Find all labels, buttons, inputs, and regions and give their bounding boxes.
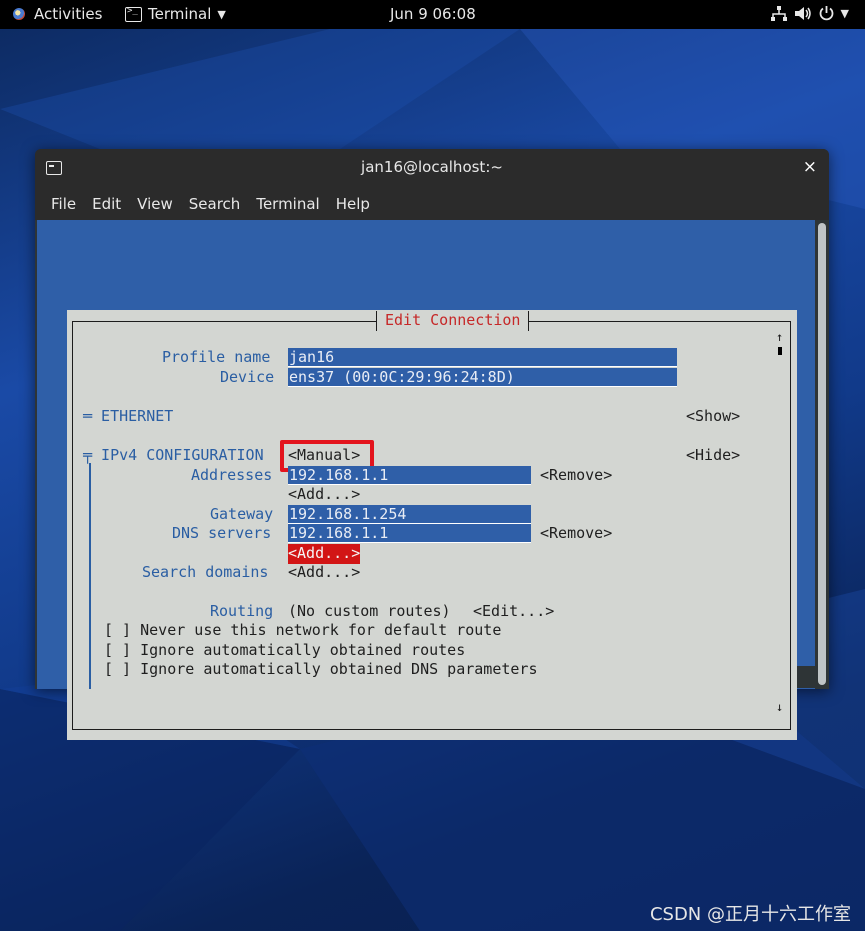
menu-view[interactable]: View (129, 195, 181, 213)
activities-button[interactable]: Activities (12, 5, 102, 23)
menu-terminal[interactable]: Terminal (248, 195, 327, 213)
addresses-label: Addresses (191, 466, 273, 484)
ethernet-show-button[interactable]: <Show> (686, 407, 740, 427)
profile-name-label: Profile name (162, 348, 271, 366)
network-icon (770, 6, 787, 21)
menu-edit[interactable]: Edit (84, 195, 129, 213)
fedora-logo-icon (12, 6, 28, 22)
ethernet-section-label: ═ ETHERNET (83, 407, 174, 425)
chevron-down-icon: ▼ (840, 7, 849, 20)
ignore-dns-checkbox[interactable]: [ ] Ignore automatically obtained DNS pa… (104, 660, 537, 680)
never-default-route-checkbox[interactable]: [ ] Never use this network for default r… (104, 621, 501, 641)
device-input[interactable]: ens37 (00:0C:29:96:24:8D) (288, 368, 677, 387)
top-bar: Activities Terminal ▼ Jun 9 06:08 ▼ (0, 0, 865, 29)
close-button[interactable]: × (803, 157, 817, 177)
watermark-text: CSDN @正月十六工作室 (649, 904, 851, 925)
dns-servers-label: DNS servers (172, 524, 272, 542)
volume-icon (794, 7, 811, 20)
ipv4-section-label: ╤ IPv4 CONFIGURATION (83, 446, 264, 464)
system-tray[interactable]: ▼ (770, 5, 849, 22)
app-menu-terminal[interactable]: Terminal ▼ (125, 5, 226, 23)
menu-file[interactable]: File (43, 195, 84, 213)
scroll-up-arrow[interactable]: ↑ (776, 330, 783, 344)
dns-add-button[interactable]: <Add...> (288, 544, 361, 564)
menu-bar: File Edit View Search Terminal Help (35, 187, 829, 220)
power-icon (819, 6, 833, 21)
terminal-scrollbar-thumb[interactable] (818, 223, 826, 685)
inner-scroll-thumb[interactable] (778, 347, 782, 355)
scroll-down-arrow[interactable]: ↓ (776, 700, 783, 714)
menu-search[interactable]: Search (181, 195, 249, 213)
gateway-input[interactable]: 192.168.1.254 (288, 505, 531, 524)
search-domains-add-button[interactable]: <Add...> (288, 563, 360, 583)
activities-label: Activities (34, 5, 103, 23)
app-menu-label: Terminal (148, 5, 212, 23)
window-titlebar[interactable]: jan16@localhost:~ × (35, 149, 829, 187)
chevron-down-icon: ▼ (217, 7, 226, 21)
routing-value: (No custom routes) (288, 602, 451, 620)
edit-connection-dialog: Edit Connection Profile name jan16 Devic… (67, 310, 797, 740)
address-input[interactable]: 192.168.1.1 (288, 466, 531, 485)
terminal-content[interactable]: Edit Connection Profile name jan16 Devic… (37, 220, 815, 740)
routing-label: Routing (210, 602, 274, 620)
search-domains-label: Search domains (142, 563, 269, 581)
address-remove-button[interactable]: <Remove> (540, 466, 612, 486)
routing-edit-button[interactable]: <Edit...> (473, 602, 554, 622)
device-label: Device (220, 368, 275, 386)
dialog-title: Edit Connection (376, 311, 530, 331)
terminal-icon (125, 6, 142, 22)
dns-remove-button[interactable]: <Remove> (540, 524, 612, 544)
dns-server-input[interactable]: 192.168.1.1 (288, 524, 531, 543)
address-add-button[interactable]: <Add...> (288, 485, 360, 505)
profile-name-input[interactable]: jan16 (288, 348, 677, 367)
window-title: jan16@localhost:~ (361, 158, 503, 176)
ipv4-section-line (89, 463, 91, 689)
clock[interactable]: Jun 9 06:08 (390, 5, 476, 23)
ipv4-hide-button[interactable]: <Hide> (686, 446, 740, 466)
terminal-window: jan16@localhost:~ × File Edit View Searc… (35, 149, 829, 740)
gateway-label: Gateway (210, 505, 274, 523)
menu-help[interactable]: Help (328, 195, 378, 213)
ignore-routes-checkbox[interactable]: [ ] Ignore automatically obtained routes (104, 641, 465, 661)
